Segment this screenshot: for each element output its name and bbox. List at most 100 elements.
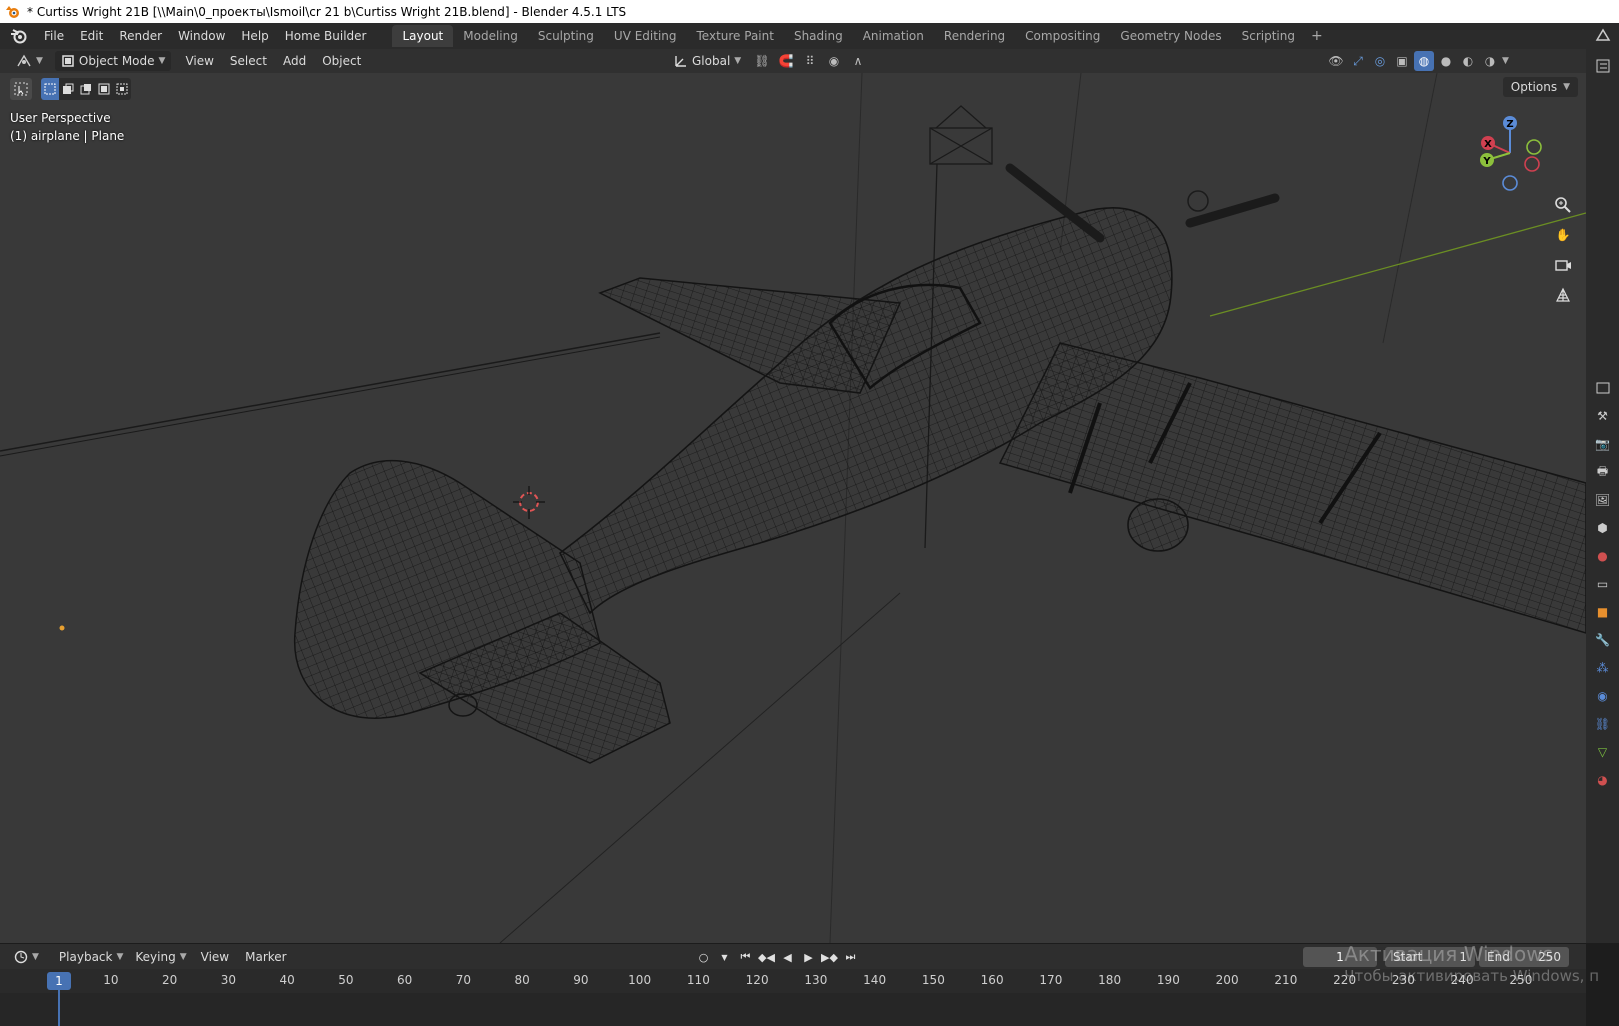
viewport-menu-select[interactable]: Select	[222, 48, 275, 74]
particles-properties-icon[interactable]: ⁂	[1592, 657, 1614, 679]
camera-view-icon[interactable]	[1550, 253, 1576, 277]
timeline-editor-type-dropdown[interactable]: ▼	[8, 947, 45, 967]
material-shading-icon[interactable]: ◐	[1458, 51, 1478, 71]
tab-uv-editing[interactable]: UV Editing	[604, 25, 687, 47]
tab-texture-paint[interactable]: Texture Paint	[687, 25, 784, 47]
tab-geometry-nodes[interactable]: Geometry Nodes	[1110, 25, 1231, 47]
constraints-properties-icon[interactable]: ⛓	[1592, 713, 1614, 735]
timeline-header: ▼ Playback ▼ Keying ▼ View Marker ○ ▼ ⏮ …	[0, 943, 1586, 969]
falloff-icon[interactable]: ∧	[848, 51, 868, 71]
timeline-menu-view[interactable]: View	[193, 944, 237, 970]
editor-type-dropdown[interactable]: ▼	[10, 51, 49, 71]
object-properties-icon[interactable]: ■	[1592, 601, 1614, 623]
tab-shading[interactable]: Shading	[784, 25, 853, 47]
cursor-select-icon	[14, 82, 28, 96]
end-frame-field[interactable]: End 250	[1479, 947, 1569, 967]
output-properties-icon[interactable]: 🖶	[1592, 461, 1614, 483]
material-properties-icon[interactable]: ◕	[1592, 769, 1614, 791]
keying-dropdown[interactable]: Keying ▼	[129, 947, 192, 967]
menu-file[interactable]: File	[36, 23, 72, 49]
physics-properties-icon[interactable]: ◉	[1592, 685, 1614, 707]
proportional-edit-icon[interactable]: ◉	[824, 51, 844, 71]
world-properties-icon[interactable]: ●	[1592, 545, 1614, 567]
jump-start-icon[interactable]: ⏮	[736, 947, 755, 967]
overlay-icon[interactable]: ◎	[1370, 51, 1390, 71]
pivot-icon[interactable]: ⛓	[752, 51, 772, 71]
visibility-icon[interactable]: 👁	[1326, 51, 1346, 71]
next-keyframe-icon[interactable]: ▶◆	[820, 947, 839, 967]
wireframe-scene[interactable]	[0, 73, 1586, 943]
properties-editor-icon[interactable]	[1592, 377, 1614, 399]
chevron-down-icon[interactable]: ▼	[715, 947, 734, 967]
viewport-menu-object[interactable]: Object	[314, 48, 369, 74]
grid-ortho-icon[interactable]	[1550, 283, 1576, 307]
add-workspace-button[interactable]: +	[1305, 28, 1329, 44]
render-properties-icon[interactable]: 📷	[1592, 433, 1614, 455]
select-new-icon[interactable]	[41, 78, 59, 100]
chevron-down-icon: ▼	[158, 56, 166, 66]
view-layer-icon[interactable]: 🖼	[1592, 489, 1614, 511]
rendered-shading-icon[interactable]: ◑	[1480, 51, 1500, 71]
tab-scripting[interactable]: Scripting	[1232, 25, 1305, 47]
snapping-controls: ⛓ 🧲 ⠿ ◉ ∧	[752, 51, 868, 71]
menu-window[interactable]: Window	[170, 23, 233, 49]
start-frame-field[interactable]: Start 1	[1385, 947, 1475, 967]
current-frame-indicator[interactable]: 1	[47, 972, 71, 990]
modifier-properties-icon[interactable]: 🔧	[1592, 629, 1614, 651]
frame-ruler[interactable]: 1 10 20 30 40 50 60 70 80 90 100 110 120 130 140 150 16…	[0, 969, 1586, 993]
select-tool-button[interactable]	[10, 78, 32, 100]
viewport-overlays: 👁 ⤢ ◎ ▣ ◍ ● ◐ ◑ ▼	[1326, 51, 1509, 71]
viewport-menu-add[interactable]: Add	[275, 48, 314, 74]
snap-grid-icon[interactable]: ⠿	[800, 51, 820, 71]
zoom-icon[interactable]	[1550, 193, 1576, 217]
jump-end-icon[interactable]: ⏭	[841, 947, 860, 967]
3d-viewport[interactable]: User Perspective (1) airplane | Plane Op…	[0, 73, 1586, 943]
scene-properties-icon[interactable]: ⬢	[1592, 517, 1614, 539]
prev-keyframe-icon[interactable]: ◆◀	[757, 947, 776, 967]
timeline-body[interactable]: 1 10 20 30 40 50 60 70 80 90 100 110 120 130 140 150 16…	[0, 969, 1586, 1026]
outliner-toggle-icon[interactable]	[1592, 55, 1614, 77]
menu-home-builder[interactable]: Home Builder	[277, 23, 375, 49]
tab-sculpting[interactable]: Sculpting	[528, 25, 604, 47]
snap-icon[interactable]: 🧲	[776, 51, 796, 71]
tab-animation[interactable]: Animation	[853, 25, 934, 47]
viewport-menu-view[interactable]: View	[177, 48, 221, 74]
play-icon[interactable]: ▶	[799, 947, 818, 967]
tab-layout[interactable]: Layout	[392, 25, 454, 47]
tab-compositing[interactable]: Compositing	[1015, 25, 1110, 47]
gizmo-toggle-icon[interactable]: ⤢	[1348, 51, 1368, 71]
select-intersect-icon[interactable]	[113, 78, 131, 100]
wireframe-shading-icon[interactable]: ◍	[1414, 51, 1434, 71]
collection-properties-icon[interactable]: ▭	[1592, 573, 1614, 595]
chevron-down-icon[interactable]: ▼	[1502, 56, 1509, 66]
play-reverse-icon[interactable]: ◀	[778, 947, 797, 967]
editor-type-icon	[17, 54, 31, 67]
playback-dropdown[interactable]: Playback ▼	[53, 947, 129, 967]
select-subtract-icon[interactable]	[77, 78, 95, 100]
solid-shading-icon[interactable]: ●	[1436, 51, 1456, 71]
menu-edit[interactable]: Edit	[72, 23, 111, 49]
data-properties-icon[interactable]: ▽	[1592, 741, 1614, 763]
menu-help[interactable]: Help	[233, 23, 276, 49]
tool-settings-icon[interactable]: ⚒	[1592, 405, 1614, 427]
tab-modeling[interactable]: Modeling	[453, 25, 528, 47]
blender-logo-icon[interactable]	[8, 25, 30, 47]
properties-tab-strip: ⚒ 📷 🖶 🖼 ⬢ ● ▭ ■ 🔧 ⁂ ◉ ⛓ ▽ ◕	[1586, 49, 1619, 943]
current-frame-field[interactable]: 1	[1303, 947, 1377, 967]
navigation-gizmo[interactable]: Z X Y	[1470, 113, 1550, 193]
mode-dropdown[interactable]: Object Mode ▼	[54, 51, 172, 71]
scene-selector-icon[interactable]	[1593, 26, 1613, 46]
tab-rendering[interactable]: Rendering	[934, 25, 1015, 47]
frame-tick-label: 250	[1509, 973, 1533, 987]
frame-tick-label: 190	[1156, 973, 1180, 987]
pan-hand-icon[interactable]: ✋	[1550, 223, 1576, 247]
menu-render[interactable]: Render	[111, 23, 170, 49]
select-invert-icon[interactable]	[95, 78, 113, 100]
xray-icon[interactable]: ▣	[1392, 51, 1412, 71]
options-dropdown[interactable]: Options ▼	[1502, 77, 1578, 97]
transform-orientation-dropdown[interactable]: Global ▼	[668, 51, 747, 71]
timeline-menu-marker[interactable]: Marker	[237, 944, 294, 970]
record-icon[interactable]: ○	[694, 947, 713, 967]
select-extend-icon[interactable]	[59, 78, 77, 100]
playhead-line[interactable]	[58, 990, 60, 1026]
